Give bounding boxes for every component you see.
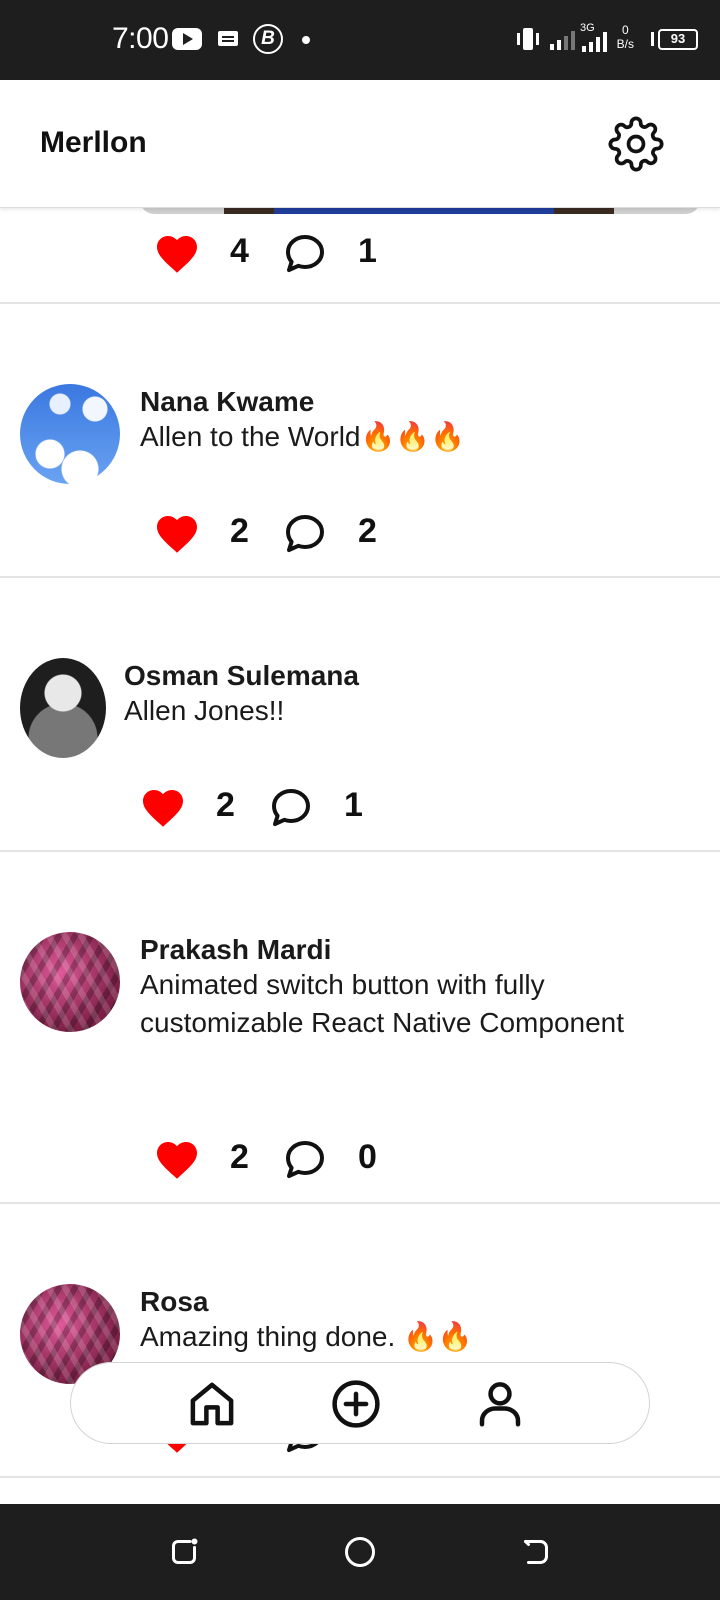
message-notification-icon bbox=[218, 31, 238, 46]
add-post-plus-circle-icon[interactable] bbox=[329, 1377, 383, 1431]
comment-bubble-icon[interactable] bbox=[280, 1136, 330, 1184]
post-author[interactable]: Rosa bbox=[140, 1286, 208, 1318]
recent-apps-icon[interactable] bbox=[166, 1534, 202, 1570]
comment-bubble-icon[interactable] bbox=[266, 784, 316, 832]
battery-level: 93 bbox=[658, 29, 698, 50]
post-actions: 2 1 bbox=[138, 784, 378, 834]
bitcoin-notification-icon: B bbox=[253, 24, 283, 54]
signal-strength-1-icon bbox=[550, 31, 575, 50]
previous-post: 4 1 bbox=[0, 208, 720, 304]
post-item: Nana Kwame Allen to the World🔥🔥🔥 2 2 bbox=[0, 304, 720, 578]
author-avatar[interactable] bbox=[20, 932, 120, 1032]
settings-gear-icon[interactable] bbox=[608, 116, 664, 172]
home-circle-icon[interactable] bbox=[342, 1534, 378, 1570]
bottom-navigation bbox=[70, 1362, 650, 1444]
post-text: Animated switch button with fully custom… bbox=[140, 969, 625, 1038]
post-item: Osman Sulemana Allen Jones!! 2 1 bbox=[0, 578, 720, 852]
post-text: Allen Jones!! bbox=[124, 695, 285, 726]
comment-count: 1 bbox=[358, 232, 377, 270]
battery-cap-icon bbox=[651, 32, 654, 46]
comment-count: 1 bbox=[344, 786, 363, 824]
app-title: Merllon bbox=[40, 126, 147, 159]
like-count: 4 bbox=[230, 232, 249, 270]
comment-count: 2 bbox=[358, 512, 377, 550]
vibrate-icon bbox=[517, 28, 539, 50]
like-heart-icon[interactable] bbox=[152, 1136, 202, 1184]
post-item: Prakash Mardi Animated switch button wit… bbox=[0, 852, 720, 1204]
more-notifications-dot-icon bbox=[302, 36, 310, 44]
comment-bubble-icon[interactable] bbox=[280, 510, 330, 558]
network-speed: 0 B/s bbox=[617, 23, 634, 51]
like-count: 2 bbox=[230, 512, 249, 550]
status-bar: 7:00 B 3G 0 B/s 93 bbox=[0, 0, 720, 80]
post-actions: 4 1 bbox=[152, 230, 392, 280]
youtube-notification-icon bbox=[172, 28, 202, 50]
post-actions: 2 0 bbox=[152, 1136, 392, 1186]
post-author[interactable]: Osman Sulemana bbox=[124, 660, 359, 692]
signal-strength-2-icon bbox=[582, 32, 607, 52]
author-avatar[interactable] bbox=[20, 384, 120, 484]
comment-count: 0 bbox=[358, 1138, 377, 1176]
post-actions: 2 2 bbox=[152, 510, 392, 560]
home-icon[interactable] bbox=[185, 1377, 239, 1431]
profile-user-icon[interactable] bbox=[473, 1377, 527, 1431]
back-icon[interactable] bbox=[518, 1534, 554, 1570]
like-count: 2 bbox=[230, 1138, 249, 1176]
network-speed-unit: B/s bbox=[616, 37, 634, 51]
status-time: 7:00 bbox=[112, 22, 169, 55]
app-header: Merllon bbox=[0, 80, 720, 208]
system-navigation-bar bbox=[0, 1504, 720, 1600]
like-heart-icon[interactable] bbox=[138, 784, 188, 832]
post-author[interactable]: Nana Kwame bbox=[140, 386, 314, 418]
comment-bubble-icon[interactable] bbox=[280, 230, 330, 278]
like-heart-icon[interactable] bbox=[152, 510, 202, 558]
post-text: Allen to the World🔥🔥🔥 bbox=[140, 421, 466, 452]
author-avatar[interactable] bbox=[20, 658, 106, 758]
post-author[interactable]: Prakash Mardi bbox=[140, 934, 331, 966]
like-heart-icon[interactable] bbox=[152, 230, 202, 278]
post-text: Amazing thing done. 🔥🔥 bbox=[140, 1321, 473, 1352]
network-speed-value: 0 bbox=[621, 23, 629, 37]
like-count: 2 bbox=[216, 786, 235, 824]
